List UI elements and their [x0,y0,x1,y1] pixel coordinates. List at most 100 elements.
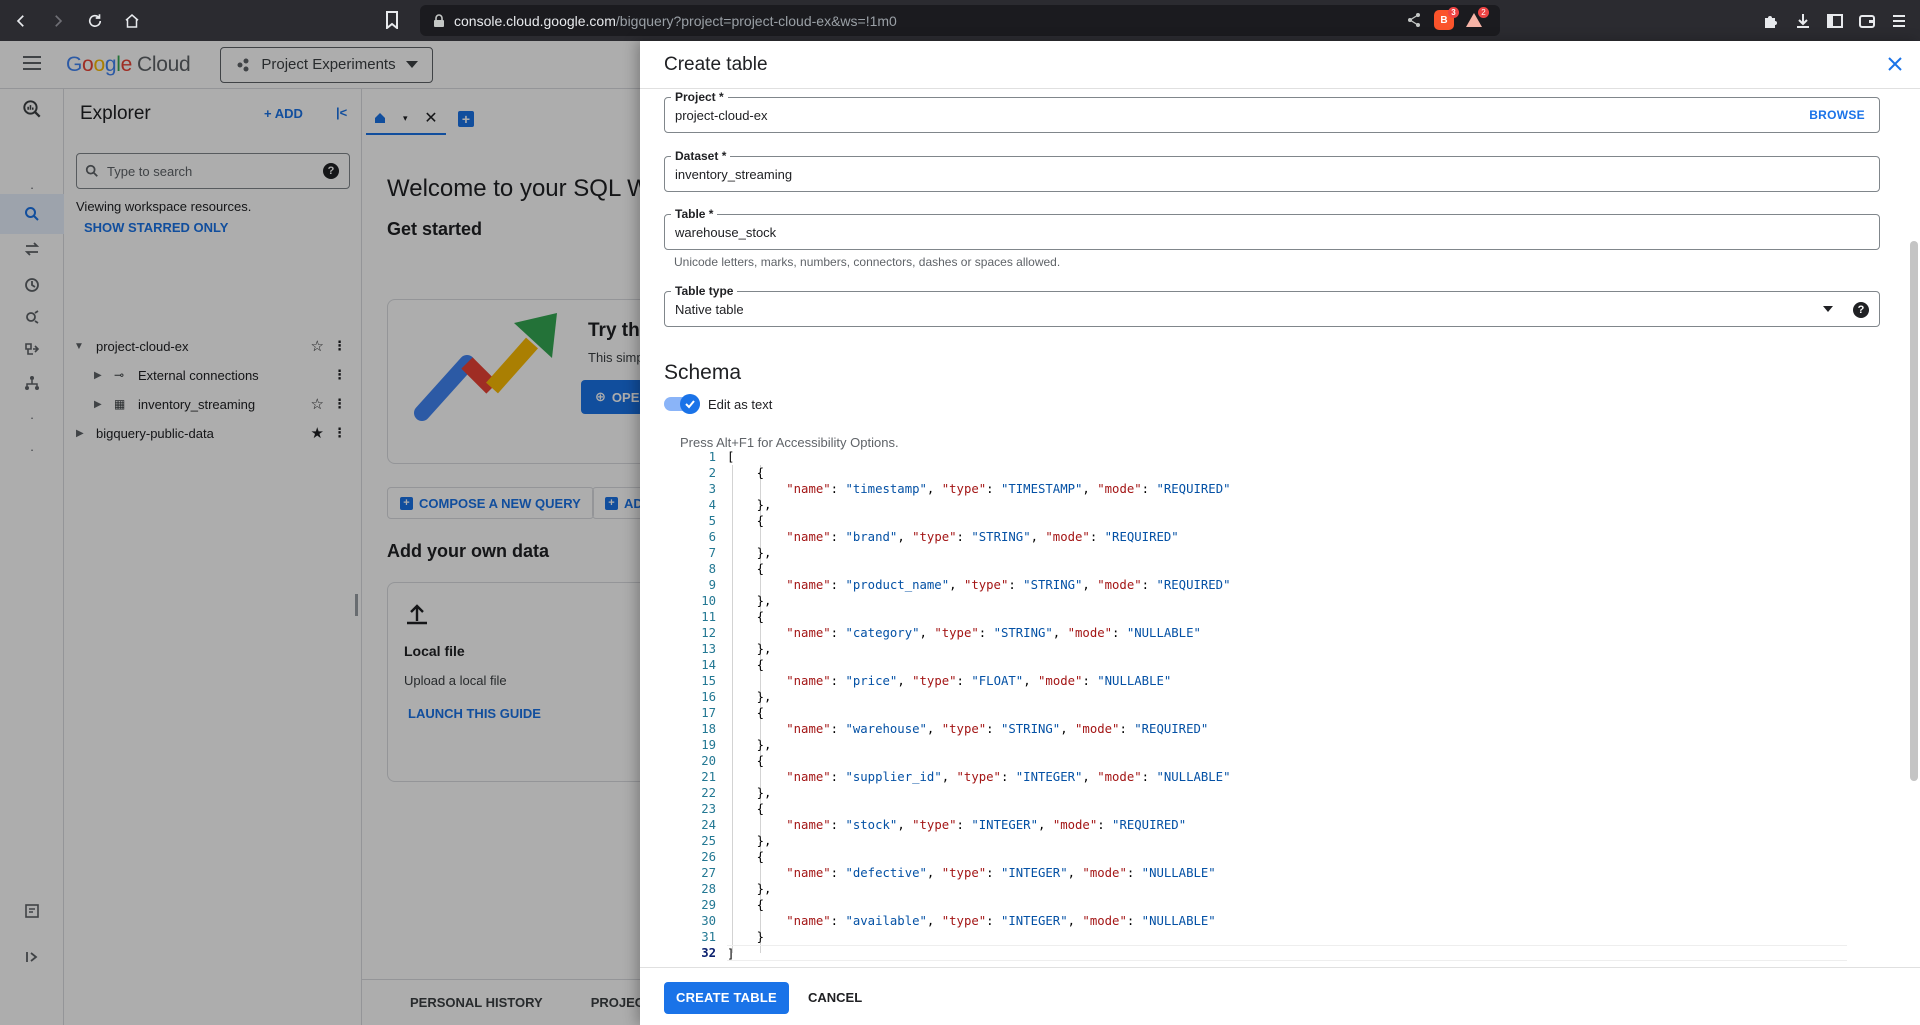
json-punct: : [986,914,1001,928]
table-type-select[interactable]: Table type Native table ? [664,284,1880,327]
json-punct: : [1089,530,1105,544]
line-number: 27 [701,866,716,880]
dropdown-arrow-icon[interactable] [1823,306,1833,312]
code-line: { [727,706,765,720]
json-punct: : [830,578,846,592]
field-mode: NULLABLE [1149,914,1209,928]
json-punct: " [845,482,853,496]
json-punct: , [926,722,942,736]
json-punct: , [1082,578,1098,592]
help-icon[interactable]: ? [1853,302,1869,318]
browse-button[interactable]: BROWSE [1809,108,1865,122]
field-label: Dataset * [671,149,731,163]
field-name: defective [852,866,920,880]
field-type: INTEGER [1008,914,1061,928]
dialog-title: Create table [664,53,768,75]
cancel-button[interactable]: CANCEL [800,982,870,1014]
json-punct: : [1126,914,1142,928]
json-punct: , [926,482,942,496]
code-line: { [727,610,765,624]
json-punct: : [1141,770,1157,784]
json-punct: " [1223,770,1231,784]
back-icon[interactable] [5,5,37,37]
code-line: { [727,754,765,768]
json-key: "name" [786,914,831,928]
json-punct: " [845,722,853,736]
json-punct: : [830,770,846,784]
field-type: TIMESTAMP [1008,482,1076,496]
line-number: 2 [708,466,716,480]
schema-code-editor[interactable]: 1 2 3 4 5 6 7 8 9 10 11 12 13 14 15 16 17 18 19 20 21 22 23 24 2… [664,449,1880,967]
json-punct: " [971,674,979,688]
line-number: 21 [701,770,716,784]
field-mode: REQUIRED [1141,722,1201,736]
dialog-scrollbar[interactable] [1910,241,1918,781]
json-punct: , [926,866,942,880]
line-number: 8 [708,562,716,576]
json-key: "type" [956,770,1001,784]
table-name-input[interactable]: Table * warehouse_stock [664,207,1880,250]
code-line: { [727,466,765,480]
line-number: 20 [701,754,716,768]
close-icon[interactable] [1884,53,1906,75]
json-key: "mode" [1067,626,1113,640]
wallet-icon[interactable] [1858,12,1876,30]
home-icon[interactable] [116,5,148,37]
json-punct: " [1060,866,1068,880]
line-number: 25 [701,834,716,848]
json-punct: : [1119,722,1135,736]
code-line: [ [727,450,735,464]
bookmark-icon[interactable] [385,11,399,32]
accessibility-hint: Press Alt+F1 for Accessibility Options. [680,435,899,450]
check-icon [680,394,700,414]
project-field[interactable]: Project * project-cloud-ex BROWSE [664,90,1880,133]
json-punct: " [845,914,853,928]
json-key: "name" [786,482,831,496]
json-punct: " [912,626,920,640]
line-number: 14 [701,658,716,672]
reload-icon[interactable] [79,5,111,37]
json-key: "name" [786,818,831,832]
json-key: "name" [786,530,831,544]
code-line: }, [727,786,772,800]
sidebar-icon[interactable] [1826,12,1844,30]
address-bar[interactable]: console.cloud.google.com/bigquery?projec… [420,5,1500,36]
line-number: 22 [701,786,716,800]
line-number: 1 [708,450,716,464]
edit-as-text-toggle[interactable] [664,394,700,414]
code-line: "name": "supplier_id", "type": "INTEGER"… [727,769,1847,785]
json-punct: : [830,530,846,544]
field-value: warehouse_stock [675,225,777,240]
dataset-field[interactable]: Dataset * inventory_streaming [664,149,1880,192]
line-number: 17 [701,706,716,720]
schema-code[interactable]: [ { "name": " timestamp ", "type": " TIMEST… [727,449,1847,961]
json-punct: : [1082,674,1098,688]
menu-icon[interactable] [1890,12,1908,30]
field-mode: REQUIRED [1163,482,1224,496]
json-punct: " [845,674,853,688]
create-table-button[interactable]: CREATE TABLE [664,982,789,1014]
line-number: 13 [701,642,716,656]
field-type: STRING [1000,626,1046,640]
code-line: ] [727,945,1847,961]
brave-rewards-icon[interactable]: 2 [1464,7,1489,30]
download-icon[interactable] [1794,12,1812,30]
json-key: "mode" [1038,674,1083,688]
json-punct: , [919,626,935,640]
line-number: 18 [701,722,716,736]
line-number: 30 [701,914,716,928]
brave-shields-icon[interactable]: B3 [1434,7,1459,30]
json-punct: , [1067,866,1083,880]
json-key: "type" [941,482,987,496]
json-punct: , [897,674,913,688]
field-label: Project * [671,90,728,104]
forward-icon[interactable] [42,5,74,37]
extensions-icon[interactable] [1762,12,1780,30]
json-key: "type" [934,626,979,640]
field-type: INTEGER [978,818,1031,832]
json-punct: " [1141,866,1150,880]
share-icon[interactable] [1406,12,1422,31]
